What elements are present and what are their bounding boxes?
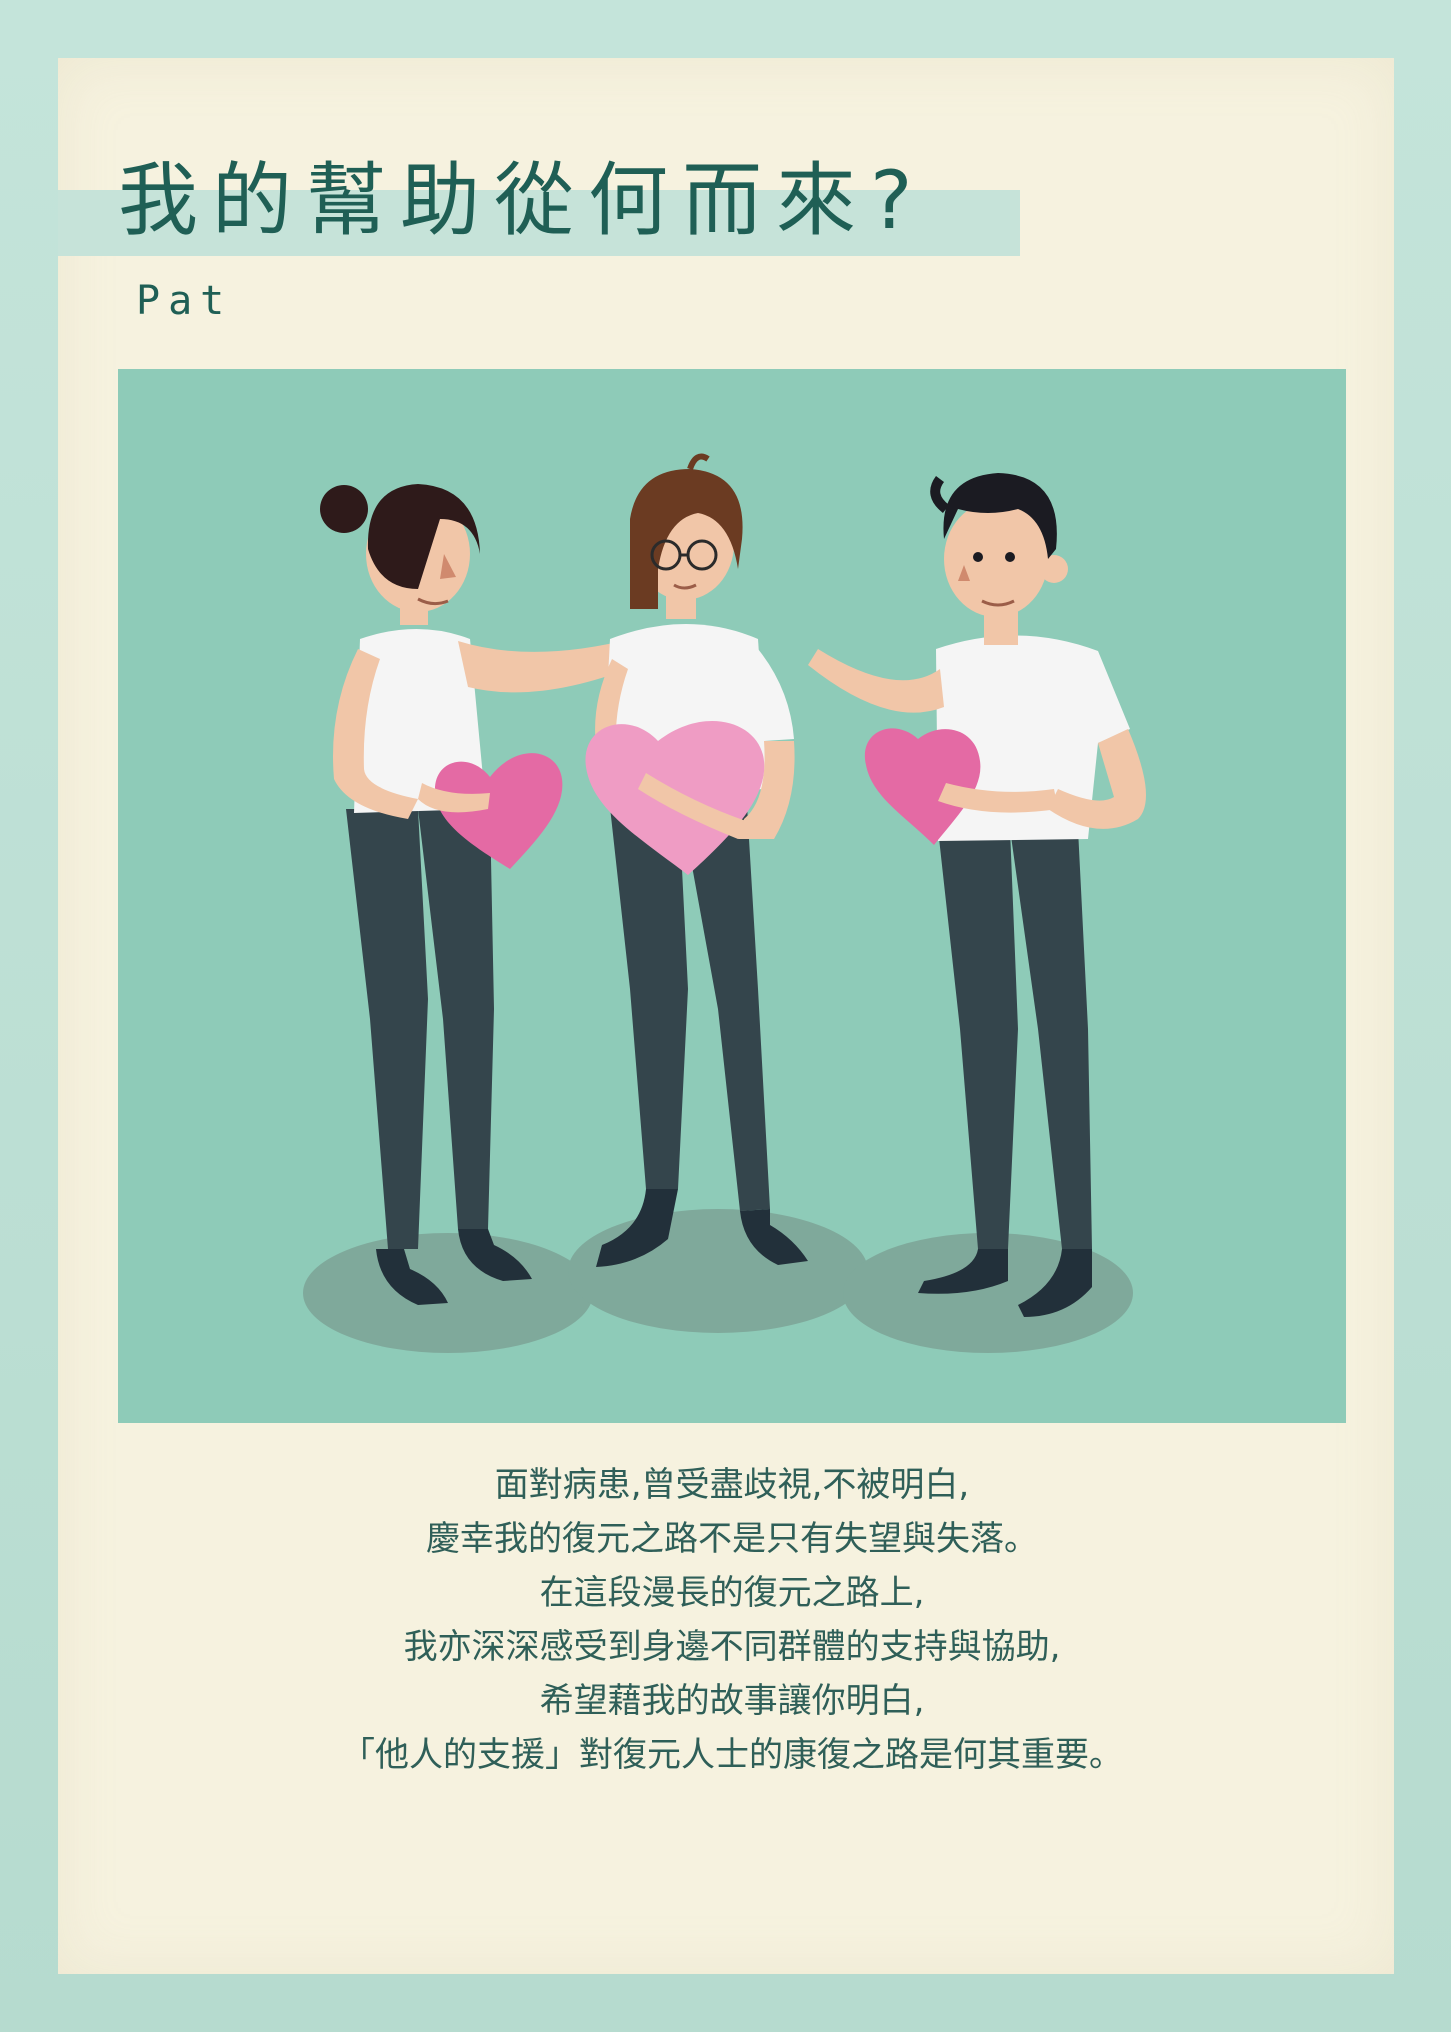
right-man-figure bbox=[808, 473, 1146, 1317]
page-title: 我的幫助從何而來? bbox=[118, 154, 927, 247]
shadow-middle bbox=[568, 1209, 868, 1333]
story-line: 慶幸我的復元之路不是只有失望與失落。 bbox=[426, 1519, 1038, 1559]
story-line: 「他人的支援」對復元人士的康復之路是何其重要。 bbox=[341, 1735, 1123, 1775]
story-line: 面對病患,曾受盡歧視,不被明白, bbox=[494, 1465, 970, 1505]
story-line: 在這段漫長的復元之路上, bbox=[539, 1573, 925, 1613]
story-line: 希望藉我的故事讓你明白, bbox=[539, 1681, 925, 1721]
author-name: Pat bbox=[136, 278, 233, 324]
friends-illustration bbox=[303, 453, 1146, 1353]
story-paragraph: 面對病患,曾受盡歧視,不被明白, 慶幸我的復元之路不是只有失望與失落。 在這段漫… bbox=[118, 1458, 1346, 1782]
illustration-panel bbox=[118, 369, 1346, 1423]
shadow-left bbox=[303, 1233, 593, 1353]
story-line: 我亦深深感受到身邊不同群體的支持與協助, bbox=[403, 1627, 1061, 1667]
